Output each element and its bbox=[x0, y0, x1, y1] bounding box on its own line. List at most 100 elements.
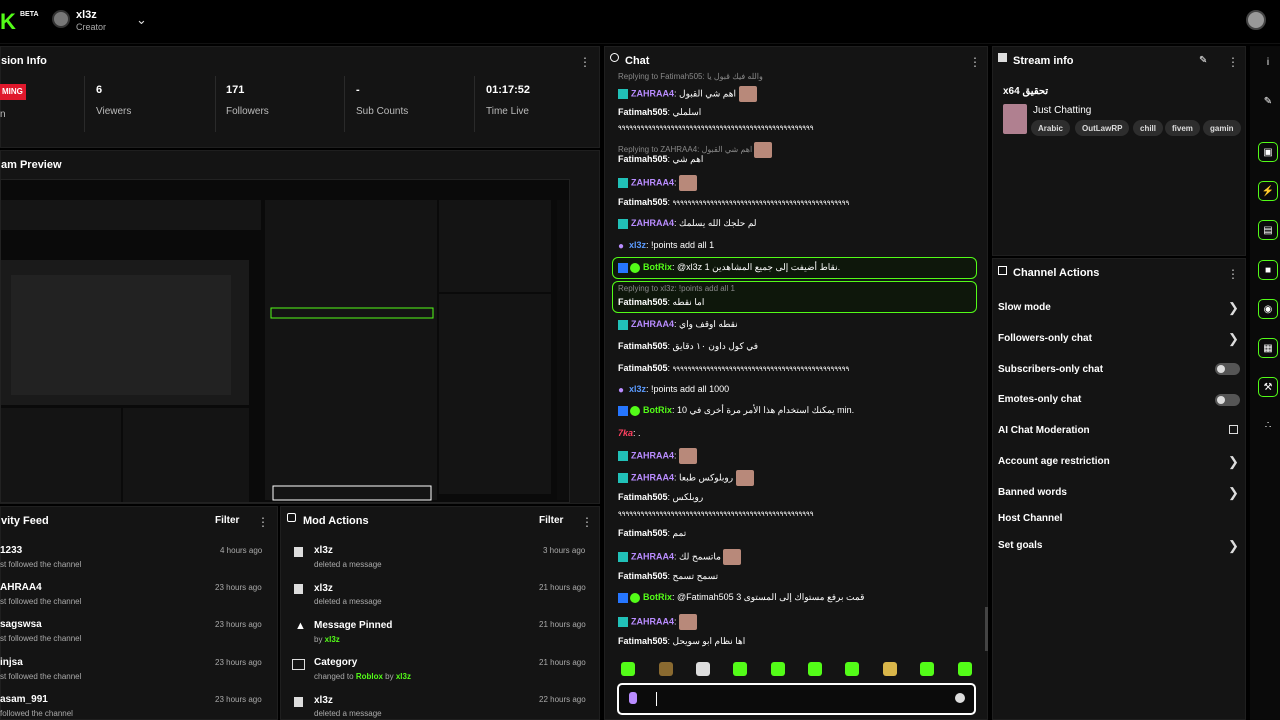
chat-message: ZAHRAA4: روبلوكس طبعا bbox=[618, 470, 754, 486]
action-banned-words[interactable]: Banned words bbox=[998, 487, 1067, 498]
action-set-goals[interactable]: Set goals bbox=[998, 540, 1042, 551]
emote-icon[interactable] bbox=[696, 662, 710, 676]
trash-icon bbox=[294, 547, 303, 557]
more-icon[interactable]: ⋮ bbox=[581, 515, 593, 529]
divider bbox=[474, 76, 475, 132]
kick-logo[interactable]: K BETA bbox=[0, 9, 39, 35]
activity-feed-title: vity Feed bbox=[1, 515, 49, 527]
action-ai-moderation[interactable]: AI Chat Moderation bbox=[998, 425, 1090, 436]
emote-icon[interactable] bbox=[621, 662, 635, 676]
broadcast-icon[interactable]: ◉ bbox=[1258, 299, 1278, 319]
more-icon[interactable]: ⋮ bbox=[579, 55, 591, 69]
emoji-icon[interactable] bbox=[955, 693, 965, 703]
chat-message: ● xl3z: !points add all 1 bbox=[618, 240, 715, 252]
more-icon[interactable]: ⋮ bbox=[969, 55, 981, 69]
chevron-right-icon[interactable]: ❯ bbox=[1228, 485, 1239, 501]
tag: Arabic bbox=[1031, 120, 1070, 136]
right-rail: i ✎ ▣ ⚡ ▤ ■ ◉ ▦ ⚒ ∴ bbox=[1250, 46, 1280, 720]
chat-input[interactable] bbox=[617, 683, 976, 715]
emote-icon[interactable] bbox=[883, 662, 897, 676]
stream-info-panel: Stream info ✎ ⋮ bbox=[992, 46, 1246, 256]
action-slow-mode[interactable]: Slow mode bbox=[998, 302, 1051, 313]
trash-icon bbox=[294, 584, 303, 594]
emote-icon[interactable] bbox=[920, 662, 934, 676]
chat-message: Fatimah505: تمم bbox=[618, 528, 687, 538]
more-icon[interactable]: ⋮ bbox=[257, 515, 269, 529]
action-host-channel[interactable]: Host Channel bbox=[998, 513, 1062, 524]
divider bbox=[344, 76, 345, 132]
chevron-right-icon[interactable]: ❯ bbox=[1228, 300, 1239, 316]
feed-filter-button[interactable]: Filter bbox=[215, 515, 239, 526]
mod-actions-title: Mod Actions bbox=[303, 515, 369, 527]
chat-message: Fatimah505: اما نقطه bbox=[618, 297, 705, 307]
category-icon bbox=[292, 659, 305, 670]
chat-bubble-icon bbox=[610, 53, 619, 62]
chat-message: 7ka: . bbox=[618, 428, 641, 438]
stream-preview-title: am Preview bbox=[1, 159, 62, 171]
external-link-icon[interactable] bbox=[1229, 425, 1238, 434]
chat-message: ZAHRAA4: bbox=[618, 614, 698, 630]
more-icon[interactable]: ⋮ bbox=[1227, 55, 1239, 69]
wrench-icon[interactable]: ⚒ bbox=[1258, 377, 1278, 397]
edit-icon[interactable]: ✎ bbox=[1199, 55, 1207, 66]
chat-title: Chat bbox=[625, 55, 650, 67]
profile-avatar[interactable] bbox=[1246, 10, 1266, 30]
action-subscribers-only: Subscribers-only chat bbox=[998, 364, 1104, 375]
trash-icon bbox=[294, 697, 303, 707]
chevron-right-icon[interactable]: ❯ bbox=[1228, 454, 1239, 470]
chat-message: ZAHRAA4: ماتسمح لك bbox=[618, 549, 742, 565]
emote-icon[interactable] bbox=[659, 662, 673, 676]
scan-icon[interactable]: ▣ bbox=[1258, 142, 1278, 162]
chat-message: BotRix: يمكنك استخدام هذا الأمر مرة أخرى… bbox=[618, 405, 854, 416]
shield-icon bbox=[287, 513, 296, 522]
edit-icon[interactable]: ✎ bbox=[1258, 92, 1278, 112]
info-icon[interactable]: i bbox=[1258, 53, 1278, 73]
chat-message: Fatimah505: في كول داون ١٠ دقايق bbox=[618, 341, 759, 351]
stream-title: x64 تحقيق bbox=[1003, 86, 1049, 97]
emote-icon[interactable] bbox=[733, 662, 747, 676]
document-icon[interactable]: ▤ bbox=[1258, 220, 1278, 240]
stream-info-title: Stream info bbox=[1013, 55, 1074, 67]
subscribers-only-toggle[interactable] bbox=[1215, 363, 1240, 375]
emote-icon[interactable] bbox=[808, 662, 822, 676]
chat-message: ZAHRAA4: نقطه اوقف واي bbox=[618, 319, 738, 330]
chat-icon[interactable]: ■ bbox=[1258, 260, 1278, 280]
user-avatar[interactable] bbox=[52, 10, 70, 28]
pin-icon bbox=[998, 53, 1007, 62]
emote-icon[interactable] bbox=[771, 662, 785, 676]
layers-icon[interactable]: ▦ bbox=[1258, 338, 1278, 358]
divider bbox=[215, 76, 216, 132]
channel-name: xl3z bbox=[76, 9, 97, 21]
emote-icon[interactable] bbox=[958, 662, 972, 676]
chevron-down-icon[interactable]: ⌄ bbox=[136, 12, 147, 28]
chat-message: BotRix: @Fatimah505 قمت برفع مستواك إلى … bbox=[618, 592, 864, 603]
category-name: Just Chatting bbox=[1033, 105, 1092, 116]
text-cursor bbox=[656, 692, 657, 706]
action-followers-only[interactable]: Followers-only chat bbox=[998, 333, 1092, 344]
action-account-age[interactable]: Account age restriction bbox=[998, 456, 1110, 467]
mic-icon bbox=[629, 692, 637, 704]
chevron-right-icon[interactable]: ❯ bbox=[1228, 331, 1239, 347]
chevron-right-icon[interactable]: ❯ bbox=[1228, 538, 1239, 554]
layout-icon bbox=[998, 266, 1007, 275]
top-bar: K BETA xl3z Creator ⌄ bbox=[0, 0, 1280, 44]
apps-icon[interactable]: ∴ bbox=[1258, 416, 1278, 436]
chat-message: Fatimah505: ٩٩٩٩٩٩٩٩٩٩٩٩٩٩٩٩٩٩٩٩٩٩٩٩٩٩٩٩… bbox=[618, 363, 850, 373]
pin-icon: ▲ bbox=[295, 620, 306, 632]
chat-scrollbar[interactable] bbox=[985, 607, 988, 651]
mod-filter-button[interactable]: Filter bbox=[539, 515, 563, 526]
emote-icon[interactable] bbox=[845, 662, 859, 676]
stream-preview-video[interactable] bbox=[0, 179, 570, 503]
chat-message: ZAHRAA4: اهم شي القبول bbox=[618, 86, 757, 102]
lightning-icon[interactable]: ⚡ bbox=[1258, 181, 1278, 201]
chat-message: Fatimah505: اهم شي bbox=[618, 154, 704, 164]
more-icon[interactable]: ⋮ bbox=[1227, 267, 1239, 281]
stat-time-live: 01:17:52 Time Live bbox=[486, 84, 531, 117]
stat-subs: - Sub Counts bbox=[356, 84, 409, 117]
tag: fivem bbox=[1165, 120, 1200, 136]
action-emotes-only: Emotes-only chat bbox=[998, 394, 1082, 405]
chat-message: Fatimah505: اسلملي bbox=[618, 107, 702, 117]
emotes-only-toggle[interactable] bbox=[1215, 394, 1240, 406]
chat-message: ٩٩٩٩٩٩٩٩٩٩٩٩٩٩٩٩٩٩٩٩٩٩٩٩٩٩٩٩٩٩٩٩٩٩٩٩٩٩٩٩… bbox=[618, 511, 814, 518]
chat-message: ● xl3z: !points add all 1000 bbox=[618, 384, 730, 396]
